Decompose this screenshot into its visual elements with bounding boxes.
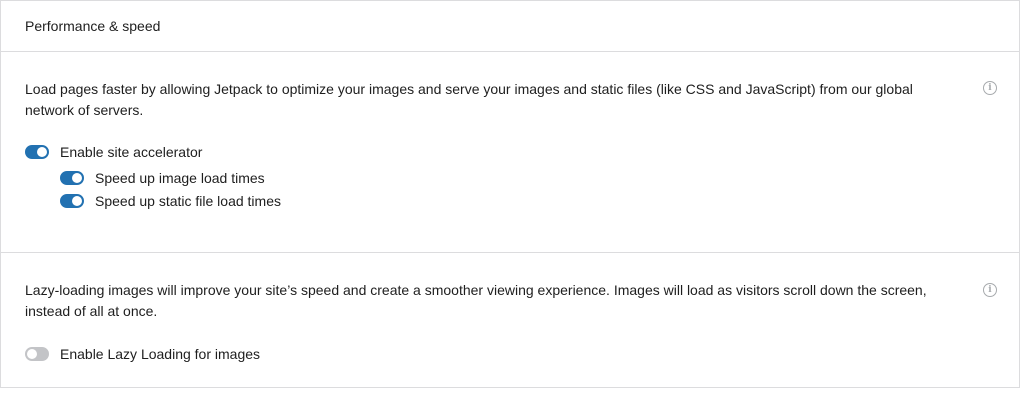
info-icon[interactable]: i <box>983 283 997 297</box>
speed-up-static-toggle[interactable] <box>60 194 84 208</box>
toggle-knob <box>72 173 82 183</box>
card-header: Performance & speed <box>1 1 1019 52</box>
lazy-loading-description: Lazy-loading images will improve your si… <box>25 282 927 319</box>
site-accelerator-description: Load pages faster by allowing Jetpack to… <box>25 81 913 118</box>
card-title: Performance & speed <box>25 18 161 34</box>
enable-lazy-loading-toggle[interactable] <box>25 347 49 361</box>
speed-up-image-toggle-row[interactable]: Speed up image load times <box>60 170 265 186</box>
performance-card: Performance & speed Load pages faster by… <box>0 0 1020 388</box>
toggle-knob <box>27 349 37 359</box>
speed-up-image-toggle[interactable] <box>60 171 84 185</box>
toggle-knob <box>37 147 47 157</box>
toggle-knob <box>72 196 82 206</box>
lazy-loading-section: Lazy-loading images will improve your si… <box>1 253 1019 389</box>
enable-site-accelerator-label: Enable site accelerator <box>60 144 203 160</box>
speed-up-static-label: Speed up static file load times <box>95 193 281 209</box>
enable-lazy-loading-toggle-row[interactable]: Enable Lazy Loading for images <box>25 346 260 362</box>
speed-up-image-label: Speed up image load times <box>95 170 265 186</box>
speed-up-static-toggle-row[interactable]: Speed up static file load times <box>60 193 281 209</box>
site-accelerator-section: Load pages faster by allowing Jetpack to… <box>1 52 1019 253</box>
enable-lazy-loading-label: Enable Lazy Loading for images <box>60 346 261 362</box>
enable-site-accelerator-toggle-row[interactable]: Enable site accelerator <box>25 144 202 160</box>
enable-site-accelerator-toggle[interactable] <box>25 145 49 159</box>
info-icon[interactable]: i <box>983 81 997 95</box>
